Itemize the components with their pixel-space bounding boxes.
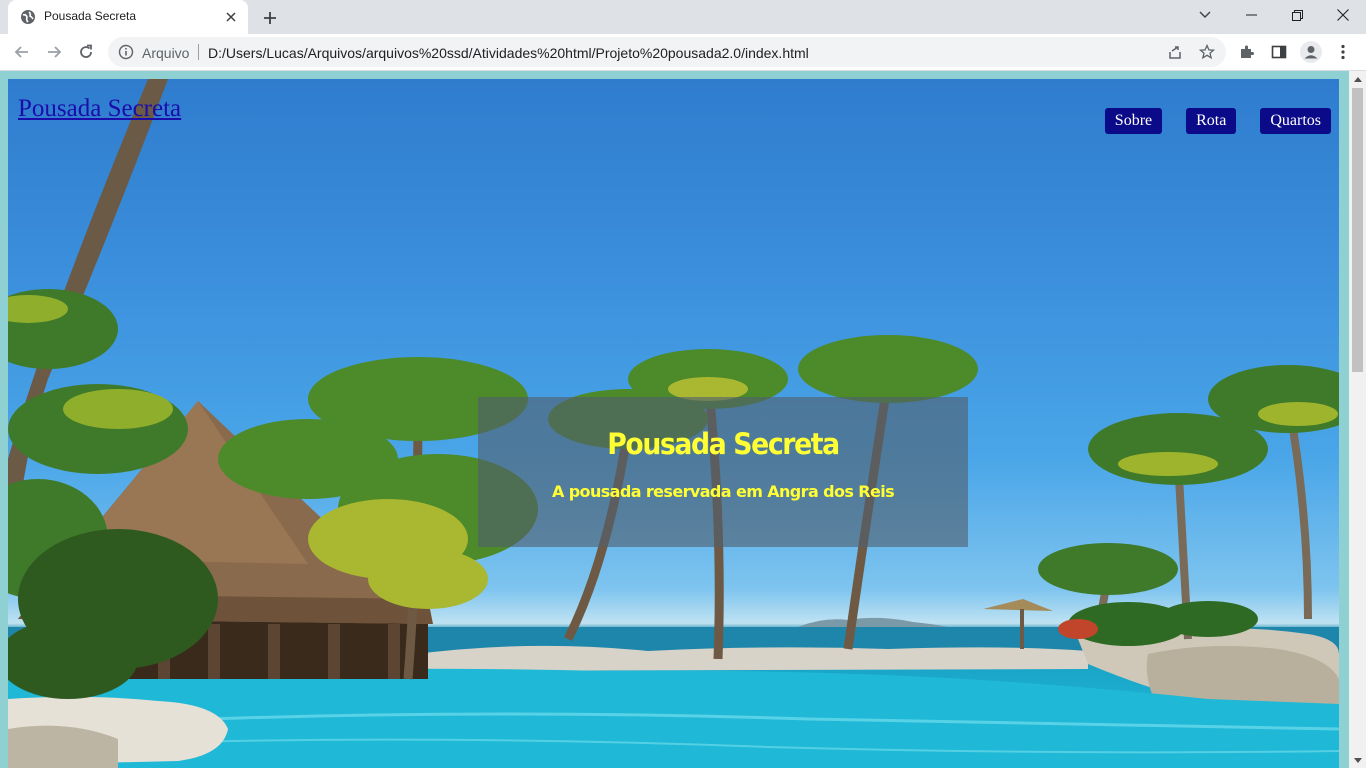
minimize-icon[interactable] <box>1228 0 1274 30</box>
brand-link[interactable]: Pousada Secreta <box>18 95 181 123</box>
url-text[interactable]: D:/Users/Lucas/Arquivos/arquivos%20ssd/A… <box>208 45 809 61</box>
hero-section: Pousada Secreta Sobre Rota Quartos Pousa… <box>8 79 1339 768</box>
arrow-left-icon[interactable] <box>8 38 36 66</box>
avatar-icon[interactable] <box>1300 41 1322 63</box>
page-viewport: Pousada Secreta Sobre Rota Quartos Pousa… <box>0 71 1366 768</box>
scrollbar-thumb[interactable] <box>1352 88 1363 372</box>
tab-title: Pousada Secreta <box>44 9 137 23</box>
globe-icon <box>20 9 36 25</box>
restore-icon[interactable] <box>1274 0 1320 30</box>
vertical-scrollbar[interactable] <box>1349 71 1366 768</box>
scheme-label: Arquivo <box>142 45 190 61</box>
main-nav: Sobre Rota Quartos <box>1081 108 1331 134</box>
nav-button-quartos[interactable]: Quartos <box>1260 108 1331 134</box>
hero-card: Pousada Secreta A pousada reservada em A… <box>478 397 968 547</box>
scroll-up-arrow-icon[interactable] <box>1349 71 1366 87</box>
close-icon[interactable] <box>222 8 240 26</box>
kebab-menu-icon[interactable] <box>1332 41 1354 63</box>
address-bar[interactable]: Arquivo D:/Users/Lucas/Arquivos/arquivos… <box>108 37 1226 67</box>
nav-button-rota[interactable]: Rota <box>1186 108 1237 134</box>
arrow-right-icon[interactable] <box>40 38 68 66</box>
close-icon[interactable] <box>1320 0 1366 30</box>
nav-button-sobre[interactable]: Sobre <box>1104 108 1163 134</box>
plus-icon[interactable] <box>258 6 282 30</box>
tab-strip: Pousada Secreta <box>0 0 1366 34</box>
chevron-down-icon[interactable] <box>1182 0 1228 30</box>
hero-title: Pousada Secreta <box>607 427 840 461</box>
share-icon[interactable] <box>1166 43 1184 61</box>
side-panel-icon[interactable] <box>1268 41 1290 63</box>
reload-icon[interactable] <box>72 38 100 66</box>
info-icon[interactable] <box>118 44 134 60</box>
browser-tab[interactable]: Pousada Secreta <box>8 0 248 34</box>
omnibox-divider <box>198 44 199 60</box>
scroll-down-arrow-icon[interactable] <box>1349 752 1366 768</box>
hero-subtitle: A pousada reservada em Angra dos Reis <box>551 482 895 501</box>
browser-toolbar: Arquivo D:/Users/Lucas/Arquivos/arquivos… <box>0 34 1366 70</box>
star-icon[interactable] <box>1198 43 1216 61</box>
puzzle-icon[interactable] <box>1236 41 1258 63</box>
